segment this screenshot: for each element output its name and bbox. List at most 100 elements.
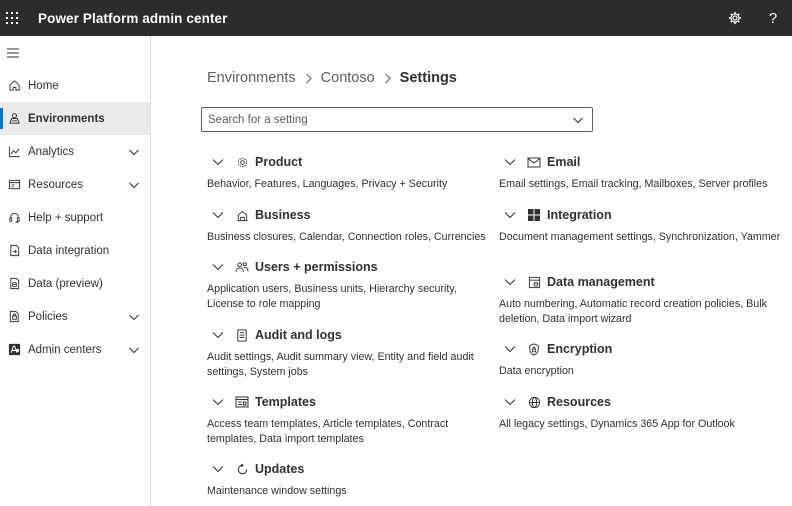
home-icon [7, 79, 21, 93]
section-header[interactable]: Integration [499, 206, 789, 224]
refresh-icon [235, 462, 249, 476]
section-data-management: Data management Auto numbering, Automati… [499, 273, 789, 327]
people-icon [235, 260, 249, 274]
sidebar-item-analytics[interactable]: Analytics [0, 135, 150, 168]
section-title: Encryption [547, 342, 613, 356]
section-email: Email Email settings, Email tracking, Ma… [499, 153, 789, 192]
section-title: Email [547, 155, 581, 169]
section-description[interactable]: Data encryption [499, 364, 785, 379]
section-description[interactable]: All legacy settings, Dynamics 365 App fo… [499, 417, 785, 432]
sidebar-item-environments[interactable]: Environments [0, 102, 150, 135]
sidebar-item-label: Data (preview) [28, 277, 103, 290]
section-title: Business [255, 208, 311, 222]
section-header[interactable]: Data management [499, 273, 789, 291]
chevron-right-icon [383, 73, 392, 84]
breadcrumb-item-environments[interactable]: Environments [207, 70, 296, 86]
templates-icon [235, 395, 249, 409]
chevron-down-icon[interactable] [128, 146, 140, 158]
section-header[interactable]: Encryption [499, 340, 789, 358]
section-header[interactable]: Audit and logs [207, 326, 497, 344]
breadcrumb: Environments Contoso Settings [207, 70, 457, 86]
section-title: Product [255, 155, 303, 169]
section-resources: Resources All legacy settings, Dynamics … [499, 393, 789, 432]
section-header[interactable]: Resources [499, 393, 789, 411]
chevron-right-icon [304, 73, 313, 84]
help-icon[interactable]: ? [754, 0, 792, 36]
sidebar-item-help-support[interactable]: Help + support [0, 201, 150, 234]
section-audit-logs: Audit and logs Audit settings, Audit sum… [207, 326, 497, 380]
chevron-down-icon[interactable] [503, 342, 517, 356]
section-header[interactable]: Updates [207, 460, 497, 478]
data-management-icon [527, 275, 541, 289]
sidebar: Home Environments Analytics Resources He… [0, 36, 151, 506]
sidebar-item-label: Analytics [28, 145, 75, 158]
section-description[interactable]: Access team templates, Article templates… [207, 417, 493, 447]
gear-icon[interactable] [716, 0, 754, 36]
app-launcher-icon[interactable] [0, 0, 24, 36]
sidebar-item-resources[interactable]: Resources [0, 168, 150, 201]
section-description[interactable]: Auto numbering, Automatic record creatio… [499, 297, 785, 327]
section-description[interactable]: Document management settings, Synchroniz… [499, 230, 785, 245]
section-description[interactable]: Behavior, Features, Languages, Privacy +… [207, 177, 493, 192]
section-description[interactable]: Business closures, Calendar, Connection … [207, 230, 493, 245]
sidebar-item-data-preview[interactable]: Data (preview) [0, 267, 150, 300]
chevron-down-icon[interactable] [503, 395, 517, 409]
chevron-down-icon[interactable] [503, 275, 517, 289]
document-icon [235, 328, 249, 342]
search-settings-combobox[interactable] [201, 107, 593, 132]
section-header[interactable]: Email [499, 153, 789, 171]
analytics-icon [7, 145, 21, 159]
search-input[interactable] [202, 108, 562, 131]
section-description[interactable]: Audit settings, Audit summary view, Enti… [207, 350, 493, 380]
chevron-down-icon[interactable] [128, 344, 140, 356]
section-description[interactable]: Maintenance window settings [207, 484, 493, 499]
admin-centers-icon [7, 343, 21, 357]
chevron-down-icon[interactable] [211, 155, 225, 169]
sidebar-item-home[interactable]: Home [0, 69, 150, 102]
sidebar-item-label: Resources [28, 178, 83, 191]
chevron-down-icon[interactable] [211, 462, 225, 476]
sidebar-item-label: Policies [28, 310, 68, 323]
gear-icon [235, 155, 249, 169]
section-header[interactable]: Product [207, 153, 497, 171]
section-header[interactable]: Templates [207, 393, 497, 411]
section-title: Resources [547, 395, 611, 409]
data-icon [7, 277, 21, 291]
chevron-down-icon[interactable] [503, 155, 517, 169]
chevron-down-icon[interactable] [211, 208, 225, 222]
section-header[interactable]: Users + permissions [207, 258, 497, 276]
policies-icon [7, 310, 21, 324]
chevron-down-icon[interactable] [211, 328, 225, 342]
main-content: Environments Contoso Settings Product Be… [152, 36, 792, 506]
section-description[interactable]: Email settings, Email tracking, Mailboxe… [499, 177, 785, 192]
chevron-down-icon[interactable] [572, 114, 584, 126]
chevron-down-icon[interactable] [211, 260, 225, 274]
app-title[interactable]: Power Platform admin center [38, 11, 228, 26]
breadcrumb-item-contoso[interactable]: Contoso [321, 70, 375, 86]
sidebar-item-label: Admin centers [28, 343, 102, 356]
section-title: Users + permissions [255, 260, 378, 274]
sidebar-item-admin-centers[interactable]: Admin centers [0, 333, 150, 366]
section-header[interactable]: Business [207, 206, 497, 224]
hamburger-menu-icon[interactable] [0, 36, 150, 69]
section-description[interactable]: Application users, Business units, Hiera… [207, 282, 493, 312]
sidebar-item-data-integration[interactable]: Data integration [0, 234, 150, 267]
sidebar-item-policies[interactable]: Policies [0, 300, 150, 333]
shield-icon [527, 342, 541, 356]
chevron-down-icon[interactable] [211, 395, 225, 409]
chevron-down-icon[interactable] [503, 208, 517, 222]
section-product: Product Behavior, Features, Languages, P… [207, 153, 497, 192]
chevron-down-icon[interactable] [128, 311, 140, 323]
section-users-permissions: Users + permissions Application users, B… [207, 258, 497, 312]
headset-icon [7, 211, 21, 225]
sidebar-item-label: Help + support [28, 211, 104, 224]
chevron-down-icon[interactable] [128, 179, 140, 191]
section-title: Templates [255, 395, 316, 409]
environments-icon [7, 112, 21, 126]
sidebar-item-label: Home [28, 79, 59, 92]
section-encryption: Encryption Data encryption [499, 340, 789, 379]
mail-icon [527, 155, 541, 169]
breadcrumb-current: Settings [399, 70, 457, 86]
section-business: Business Business closures, Calendar, Co… [207, 206, 497, 245]
section-title: Data management [547, 275, 655, 289]
